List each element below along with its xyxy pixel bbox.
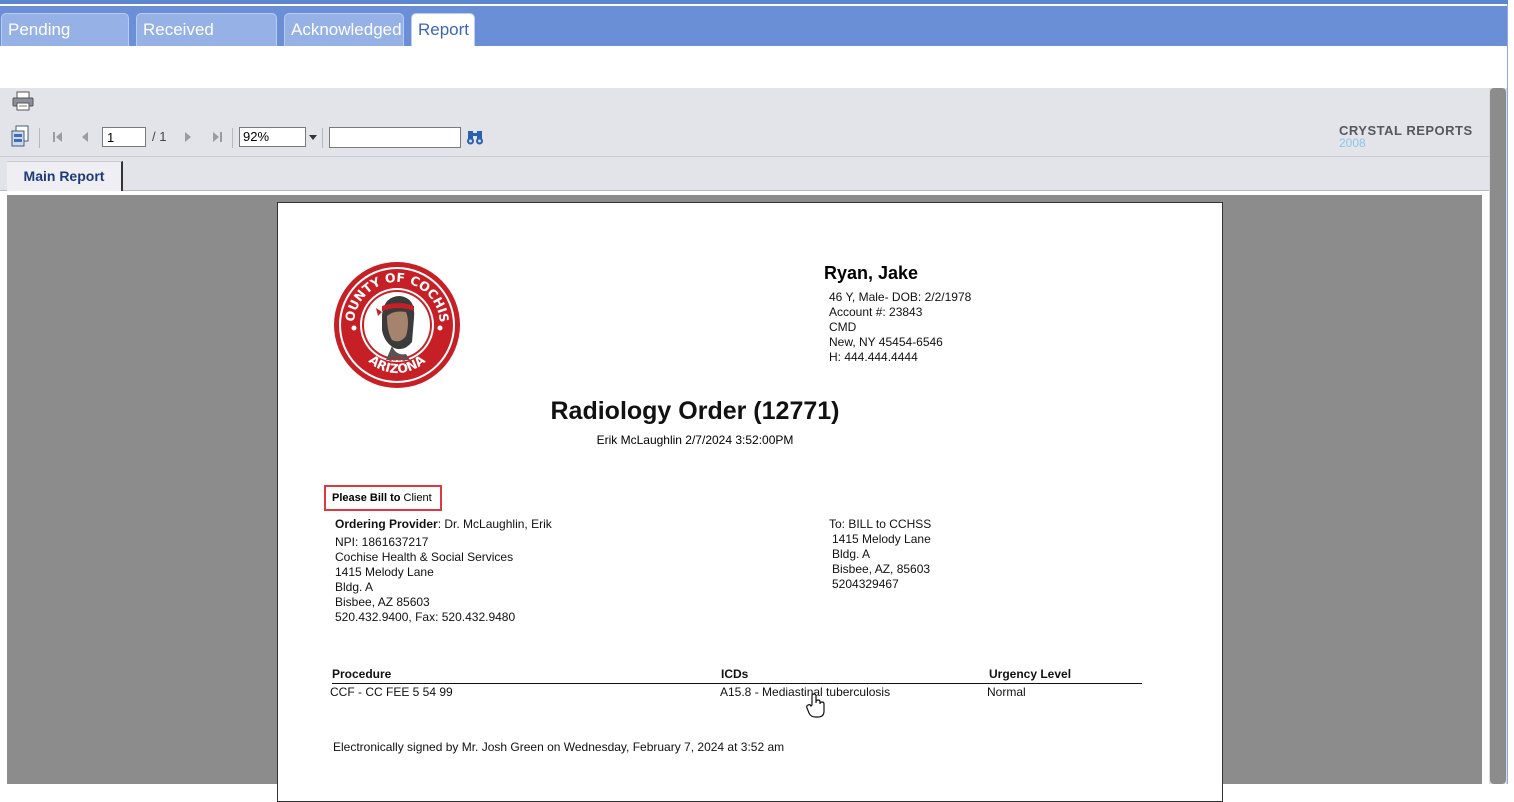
hand-cursor-icon (806, 693, 826, 724)
toolbar-separator (39, 128, 40, 148)
previous-page-icon[interactable] (80, 130, 90, 149)
brand-year: 2008 (1339, 136, 1366, 150)
print-icon[interactable] (12, 91, 34, 116)
column-header-icds: ICDs (721, 667, 749, 681)
patient-name: Ryan, Jake (824, 263, 919, 283)
patient-info-line: H: 444.444.4444 (829, 350, 918, 364)
tab-pending-orders[interactable]: Pending Orders (1, 13, 129, 71)
bill-to-value: Client (403, 492, 432, 504)
report-subtitle: Erik McLaughlin 2/7/2024 3:52:00PM (596, 433, 794, 447)
report-page: COUNTY OF COCHISE ARIZONA 1881 Ryan, Jak… (277, 202, 1223, 802)
ordering-provider-label: Ordering Provider (335, 517, 438, 531)
provider-info-line: Cochise Health & Social Services (335, 550, 514, 564)
report-title: Radiology Order (12771) (550, 397, 840, 425)
export-icon[interactable] (10, 125, 30, 152)
procedure-cell: CCF - CC FEE 5 54 99 (330, 685, 453, 699)
tab-acknowledged[interactable]: Acknowledged (284, 13, 404, 47)
tab-report[interactable]: Report (411, 13, 475, 49)
patient-info-line: New, NY 45454-6546 (829, 335, 943, 349)
page-number-input[interactable]: 1 (102, 127, 146, 147)
billing-info-line: 5204329467 (832, 577, 899, 591)
report-toolbar: 1 / 1 92% CRYSTAL REPORTS 2008 (0, 88, 1489, 157)
patient-info-line: CMD (829, 320, 857, 334)
tab-main-report[interactable]: Main Report (7, 161, 123, 191)
provider-info-line: 1415 Melody Lane (335, 565, 434, 579)
tab-received-results[interactable]: Received Results (136, 13, 277, 71)
chevron-down-icon[interactable] (309, 135, 317, 140)
last-page-icon[interactable] (211, 130, 223, 149)
zoom-select[interactable]: 92% (239, 127, 306, 147)
page-total-label: / 1 (152, 129, 167, 144)
next-page-icon[interactable] (183, 130, 193, 149)
billing-info-line: Bisbee, AZ, 85603 (832, 562, 931, 576)
provider-info-line: Bisbee, AZ 85603 (335, 595, 430, 609)
column-header-urgency: Urgency Level (989, 667, 1072, 681)
tab-bar: Pending Orders Received Results Acknowle… (0, 4, 1508, 71)
window-right-margin (1508, 0, 1514, 784)
county-seal-logo: COUNTY OF COCHISE ARIZONA 1881 (327, 248, 462, 395)
crystal-reports-logo: CRYSTAL REPORTS 2008 (1339, 123, 1473, 150)
header-spacer (0, 46, 1507, 88)
binoculars-search-icon[interactable] (466, 128, 484, 151)
provider-info-line: NPI: 1861637217 (335, 535, 429, 549)
ordering-provider: Ordering Provider: Dr. McLaughlin, Erik (335, 517, 552, 531)
scrollbar-thumb[interactable] (1490, 88, 1506, 784)
patient-info-line: Account #: 23843 (829, 305, 923, 319)
toolbar-separator (232, 128, 233, 148)
billing-info-line: 1415 Melody Lane (832, 532, 931, 546)
patient-info-line: 46 Y, Male- DOB: 2/2/1978 (829, 290, 972, 304)
table-header-rule (332, 683, 1142, 684)
seal-year: 1881 (388, 355, 406, 363)
urgency-cell: Normal (987, 685, 1026, 699)
provider-info-line: Bldg. A (335, 580, 374, 594)
toolbar-separator (322, 128, 323, 148)
vertical-scrollbar[interactable] (1489, 88, 1507, 784)
electronic-signature: Electronically signed by Mr. Josh Green … (333, 740, 785, 754)
bill-to-label: Please Bill to (332, 492, 401, 504)
report-tab-strip: Main Report (0, 157, 1489, 191)
column-header-procedure: Procedure (332, 667, 392, 681)
billing-to: To: BILL to CCHSS (829, 517, 932, 531)
ordering-provider-name: : Dr. McLaughlin, Erik (437, 517, 552, 531)
first-page-icon[interactable] (52, 130, 64, 149)
billing-info-line: Bldg. A (832, 547, 871, 561)
search-text-input[interactable] (329, 127, 461, 148)
bill-to-box: Please Bill to Client (324, 485, 442, 511)
provider-info-line: 520.432.9400, Fax: 520.432.9480 (335, 610, 516, 624)
